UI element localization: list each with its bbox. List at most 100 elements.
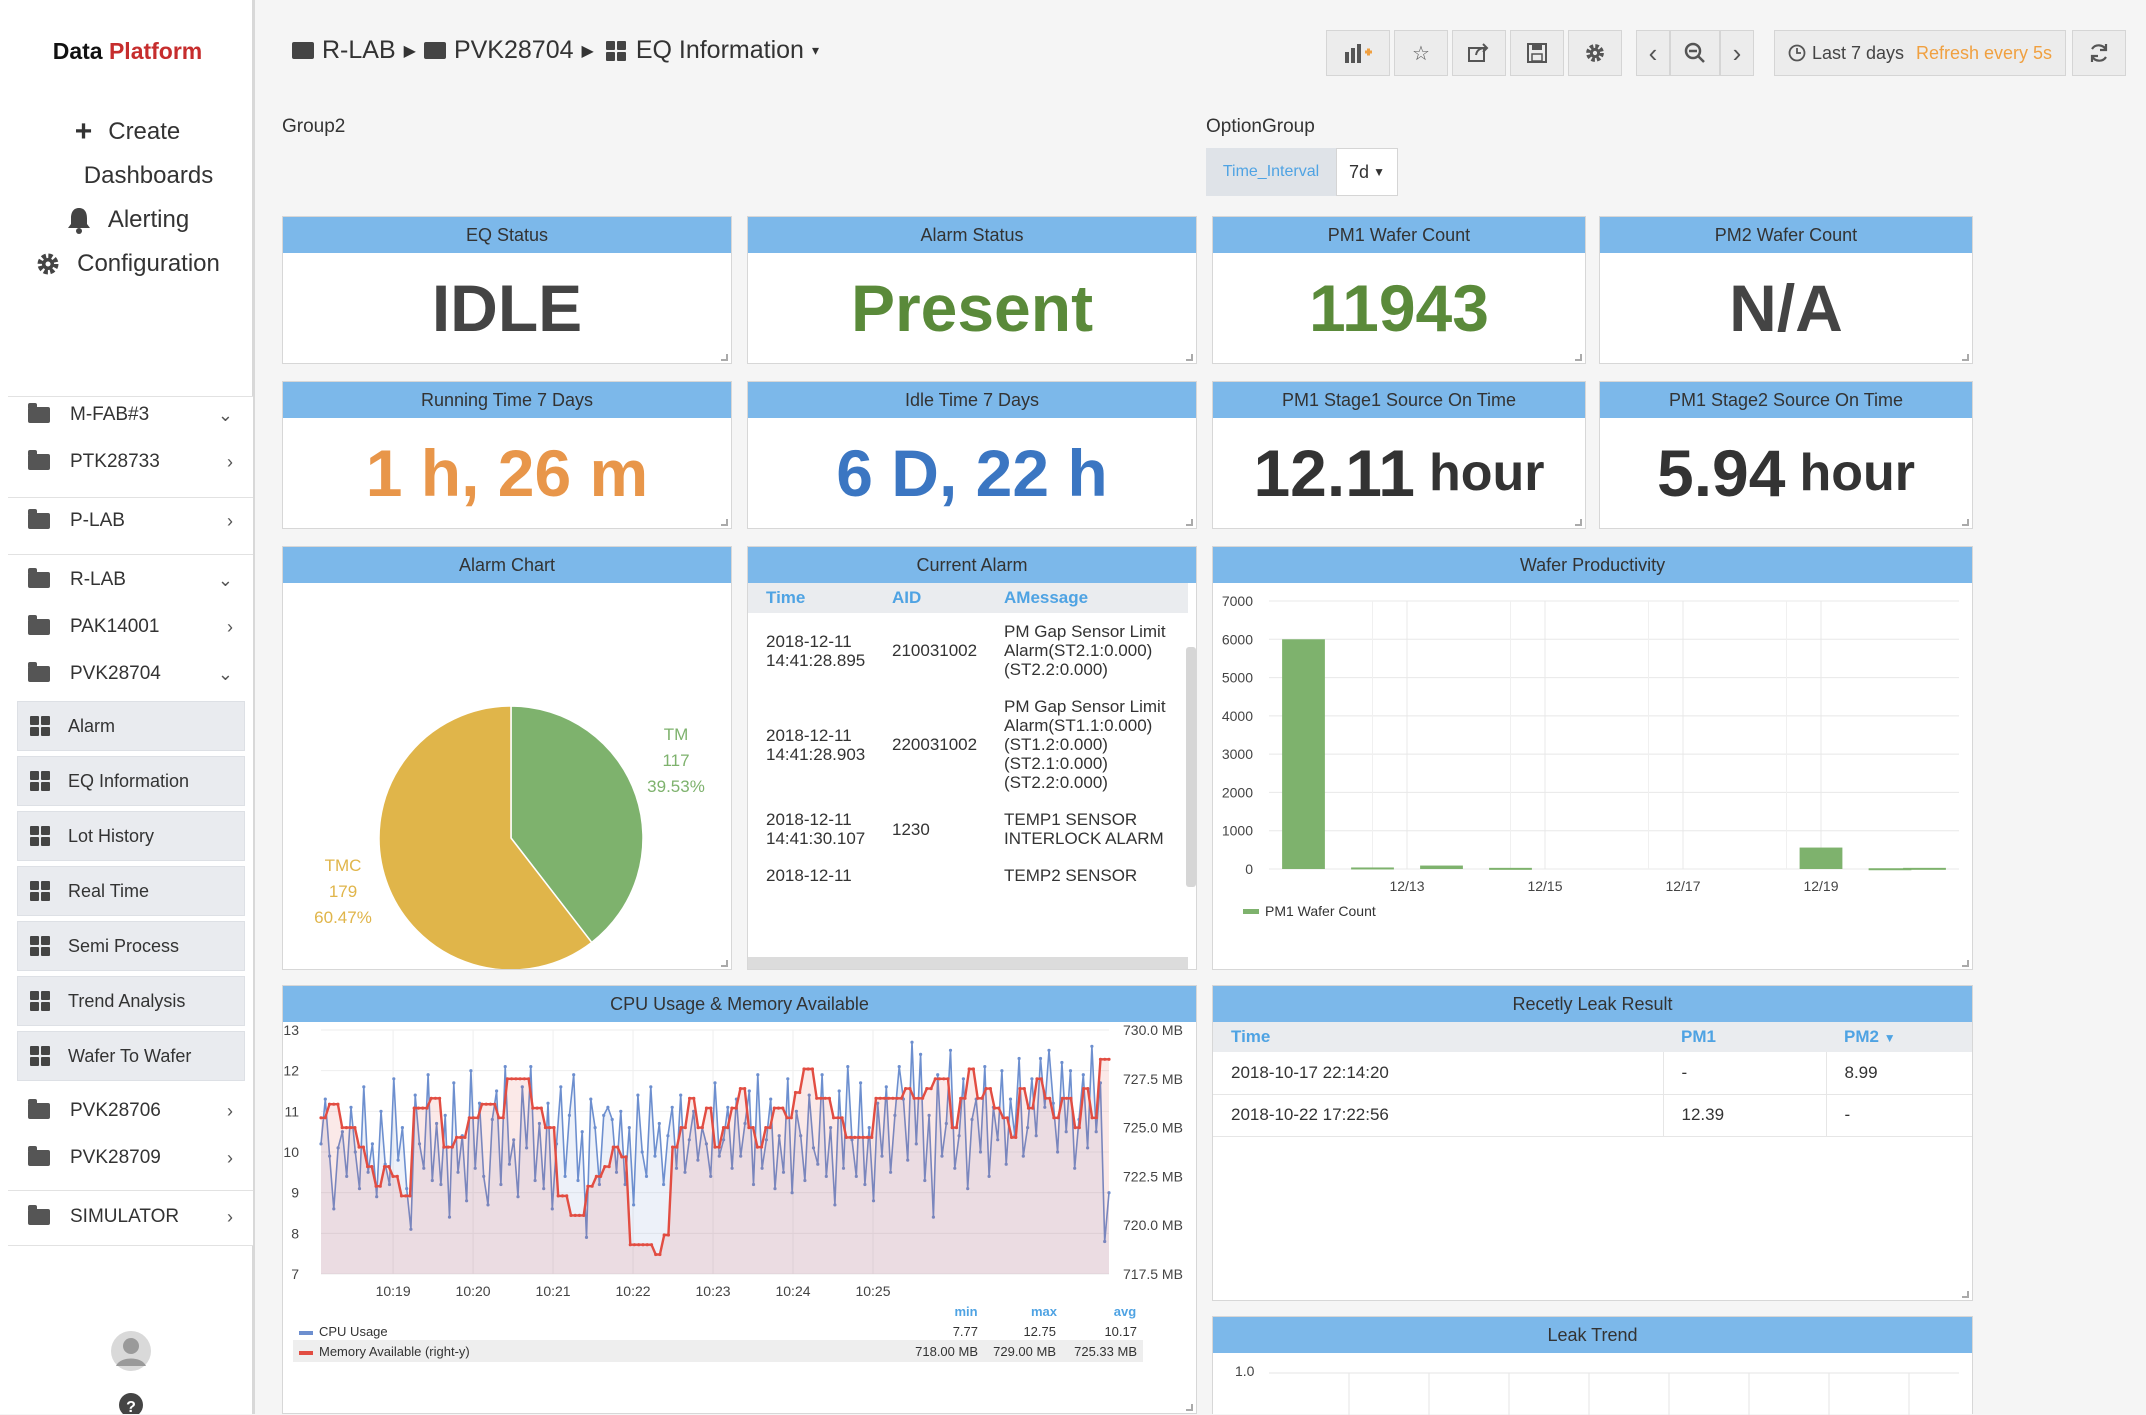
leak-row[interactable]: 2018-10-22 17:22:56 12.39- (1213, 1094, 1972, 1136)
data-point (379, 1109, 383, 1113)
column-header-pm2[interactable]: PM2 ▼ (1826, 1022, 1972, 1052)
resize-handle[interactable] (1186, 1404, 1193, 1411)
data-point (1098, 1057, 1103, 1061)
tree-item-ptk[interactable]: PTK28733 › (28, 442, 243, 482)
dashboard-item-semi-process[interactable]: Semi Process (17, 921, 245, 971)
panel-title[interactable]: PM1 Stage2 Source On Time (1600, 382, 1972, 418)
nav-alerting[interactable]: Alerting (0, 200, 255, 240)
tree-item-pvk28706[interactable]: PVK28706 › (28, 1091, 243, 1131)
dashboard-item-wafer-to-wafer[interactable]: Wafer To Wafer (17, 1031, 245, 1081)
resize-handle[interactable] (1575, 354, 1582, 361)
bar-chart[interactable]: 0 1000 2000 3000 4000 5000 6000 7000 12/13 12/15 1… (1213, 583, 1972, 969)
help-icon[interactable]: ? (118, 1392, 144, 1414)
legend-header-avg[interactable]: avg (1114, 1304, 1136, 1319)
alarm-row[interactable]: 2018-12-11 14:41:30.107 1230 TEMP1 SENSOR IN… (748, 801, 1188, 857)
time-picker-button[interactable]: Last 7 days Refresh every 5s (1774, 30, 2066, 76)
resize-handle[interactable] (1962, 1291, 1969, 1298)
legend-series-name[interactable]: CPU Usage (319, 1324, 388, 1339)
tree-item-plab[interactable]: P-LAB › (28, 501, 243, 541)
breadcrumb-item-pvk28704[interactable]: PVK28704 (454, 36, 574, 65)
legend-header-min[interactable]: min (954, 1304, 977, 1319)
resize-handle[interactable] (721, 960, 728, 967)
dashboard-item-trend-analysis[interactable]: Trend Analysis (17, 976, 245, 1026)
nav-dashboards[interactable]: Dashboards (0, 156, 255, 196)
tree-item-rlab[interactable]: R-LAB ⌄ (28, 560, 243, 600)
data-point (679, 1093, 683, 1097)
resize-handle[interactable] (721, 354, 728, 361)
save-button[interactable] (1510, 30, 1564, 76)
tree-item-pvk28704[interactable]: PVK28704 ⌄ (28, 654, 243, 694)
column-header-amessage[interactable]: AMessage (986, 583, 1188, 613)
settings-button[interactable] (1568, 30, 1622, 76)
leak-row[interactable]: 2018-10-17 22:14:20-8.99 (1213, 1052, 1972, 1094)
panel-title[interactable]: PM1 Stage1 Source On Time (1213, 382, 1585, 418)
alarm-row[interactable]: 2018-12-11 14:41:28.895 210031002 PM Gap Se… (748, 613, 1188, 688)
resize-handle[interactable] (1962, 960, 1969, 967)
dashboard-item-alarm[interactable]: Alarm (17, 701, 245, 751)
dashboard-item-eq-information[interactable]: EQ Information (17, 756, 245, 806)
panel-title[interactable]: Recetly Leak Result (1213, 986, 1972, 1022)
bar[interactable] (1903, 867, 1946, 870)
tree-item-simulator[interactable]: SIMULATOR › (28, 1197, 243, 1237)
panel-title[interactable]: Leak Trend (1213, 1317, 1972, 1353)
legend-label[interactable]: PM1 Wafer Count (1265, 903, 1376, 919)
nav-create[interactable]: + Create (0, 112, 255, 152)
resize-handle[interactable] (721, 519, 728, 526)
column-header-aid[interactable]: AID (874, 583, 986, 613)
star-button[interactable]: ☆ (1394, 30, 1448, 76)
column-header-time[interactable]: Time (748, 583, 874, 613)
panel-title[interactable]: Wafer Productivity (1213, 547, 1972, 583)
alarm-row[interactable]: 2018-12-11 14:41:28.903 220031002 PM Gap Se… (748, 688, 1188, 801)
panel-title[interactable]: EQ Status (283, 217, 731, 253)
resize-handle[interactable] (1962, 354, 1969, 361)
tree-item-mfab[interactable]: M-FAB#3 ⌄ (28, 395, 243, 435)
data-point (569, 1213, 573, 1217)
horizontal-scrollbar[interactable] (748, 957, 1188, 969)
resize-handle[interactable] (1962, 519, 1969, 526)
dashboard-item-lot-history[interactable]: Lot History (17, 811, 245, 861)
nav-configuration[interactable]: Configuration (0, 244, 255, 284)
resize-handle[interactable] (1575, 519, 1582, 526)
bar[interactable] (1420, 865, 1463, 869)
panel-title[interactable]: PM1 Wafer Count (1213, 217, 1585, 253)
line-chart[interactable]: 7 8 9 10 11 12 13 717.5 MB 720.0 MB 722.5 MB 725.0… (283, 1022, 1196, 1413)
panel-title[interactable]: Idle Time 7 Days (748, 382, 1196, 418)
bar[interactable] (1351, 867, 1394, 870)
pie-chart[interactable]: TM 117 39.53% TMC 179 60.47% (283, 583, 731, 969)
bar[interactable] (1282, 639, 1325, 869)
avatar[interactable] (110, 1330, 152, 1372)
chevron-right-icon: › (227, 451, 233, 472)
dashboard-item-real-time[interactable]: Real Time (17, 866, 245, 916)
legend-header-max[interactable]: max (1031, 1304, 1058, 1319)
dashboard-item-label: Wafer To Wafer (68, 1045, 192, 1066)
panel-title[interactable]: Alarm Chart (283, 547, 731, 583)
time-forward-button[interactable]: › (1720, 30, 1754, 76)
brand-logo[interactable]: Data Platform (0, 38, 255, 65)
tree-item-pvk28709[interactable]: PVK28709 › (28, 1138, 243, 1178)
share-button[interactable] (1452, 30, 1506, 76)
add-panel-button[interactable] (1326, 30, 1390, 76)
legend-series-name[interactable]: Memory Available (right-y) (319, 1344, 470, 1359)
panel-title[interactable]: Running Time 7 Days (283, 382, 731, 418)
breadcrumb-item-current[interactable]: EQ Information (636, 36, 804, 65)
zoom-out-button[interactable] (1670, 30, 1720, 76)
panel-title[interactable]: PM2 Wafer Count (1600, 217, 1972, 253)
tree-item-pak[interactable]: PAK14001 › (28, 607, 243, 647)
time-interval-select[interactable]: 7d ▼ (1336, 148, 1398, 196)
alarm-table-scroll[interactable]: Time AID AMessage 2018-12-11 14:41:28.895… (748, 583, 1188, 951)
resize-handle[interactable] (1186, 354, 1193, 361)
vertical-scrollbar[interactable] (1186, 647, 1196, 887)
bar[interactable] (1799, 847, 1843, 869)
caret-down-icon[interactable]: ▾ (812, 42, 819, 59)
resize-handle[interactable] (1186, 519, 1193, 526)
panel-title[interactable]: Current Alarm (748, 547, 1196, 583)
breadcrumb-item-rlab[interactable]: R-LAB (322, 36, 396, 65)
column-header-pm1[interactable]: PM1 (1663, 1022, 1826, 1052)
time-back-button[interactable]: ‹ (1636, 30, 1670, 76)
panel-title[interactable]: Alarm Status (748, 217, 1196, 253)
alarm-row[interactable]: 2018-12-11 TEMP2 SENSOR (748, 857, 1188, 894)
bar[interactable] (1489, 867, 1532, 870)
column-header-time[interactable]: Time (1213, 1022, 1663, 1052)
refresh-button[interactable] (2072, 30, 2126, 76)
panel-title[interactable]: CPU Usage & Memory Available (283, 986, 1196, 1022)
